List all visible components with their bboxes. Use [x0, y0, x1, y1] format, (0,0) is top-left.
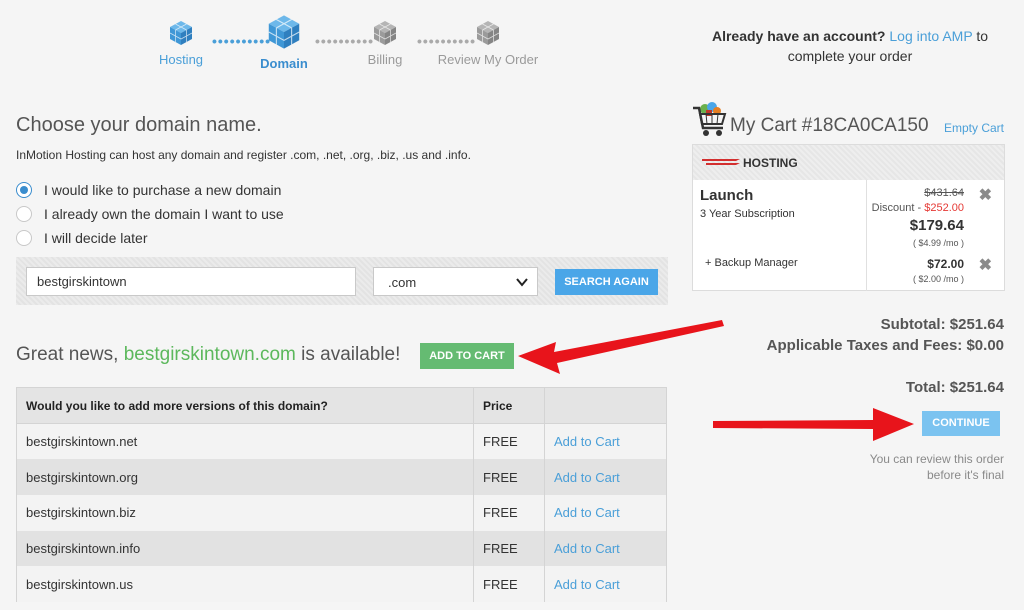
subtotal: Subtotal: $251.64: [880, 316, 1004, 333]
step-label: Billing: [367, 52, 403, 67]
step-review: Review My Order: [433, 20, 543, 67]
availability-message: Great news, bestgirskintown.com is avail…: [16, 344, 400, 366]
cart-section-header: HOSTING: [693, 145, 1004, 180]
radio-button[interactable]: [16, 182, 32, 198]
option-label: I will decide later: [44, 230, 148, 246]
option-label: I already own the domain I want to use: [44, 206, 284, 222]
cube-icon: [268, 15, 300, 49]
search-again-button[interactable]: SEARCH AGAIN: [555, 269, 658, 295]
price-cell: FREE: [473, 566, 545, 602]
domain-cell: bestgirskintown.org: [16, 459, 474, 495]
radio-button[interactable]: [16, 230, 32, 246]
domain-search-input[interactable]: [26, 267, 356, 296]
account-line2: complete your order: [787, 48, 913, 64]
cube-icon: [169, 21, 193, 45]
step-label: Hosting: [158, 52, 204, 67]
option-label: I would like to purchase a new domain: [44, 182, 282, 198]
empty-cart-link[interactable]: Empty Cart: [944, 121, 1004, 135]
domain-cell: bestgirskintown.biz: [16, 494, 474, 531]
domain-cell: bestgirskintown.us: [16, 566, 474, 602]
discount-label: Discount -: [871, 202, 922, 214]
table-row: bestgirskintown.info FREE Add to Cart: [16, 530, 667, 567]
original-price: $431.64: [924, 187, 964, 199]
addon-name: + Backup Manager: [705, 257, 798, 269]
total: Total: $251.64: [905, 379, 1004, 396]
option-decide-later[interactable]: I will decide later: [16, 230, 148, 246]
inmotion-logo-icon: [702, 159, 740, 165]
plan-monthly-price: ( $4.99 /mo ): [912, 238, 964, 248]
account-suffix: to: [976, 28, 988, 44]
availability-prefix: Great news,: [16, 344, 119, 365]
discount: Discount - $252.00: [872, 202, 964, 214]
cube-icon: [476, 21, 500, 45]
step-label: Review My Order: [437, 52, 539, 67]
tld-select[interactable]: .com: [373, 267, 538, 296]
arrow-to-add-to-cart: [518, 320, 724, 374]
plan-price: $179.64: [909, 217, 964, 234]
add-to-cart-link[interactable]: Add to Cart: [544, 423, 667, 460]
column-header: Would you like to add more versions of t…: [16, 387, 474, 424]
taxes-fees: Applicable Taxes and Fees: $0.00: [766, 337, 1004, 354]
add-to-cart-link[interactable]: Add to Cart: [544, 459, 667, 495]
price-cell: FREE: [473, 494, 545, 531]
account-note: Already have an account? Log into AMP to…: [700, 26, 1000, 66]
price-cell: FREE: [473, 423, 545, 460]
table-row: bestgirskintown.org FREE Add to Cart: [16, 459, 667, 495]
cart-title: My Cart #18CA0CA150: [730, 115, 929, 137]
add-to-cart-link[interactable]: Add to Cart: [544, 566, 667, 602]
domain-cell: bestgirskintown.info: [16, 530, 474, 567]
cart-panel: HOSTING Launch 3 Year Subscription $431.…: [692, 144, 1005, 291]
page-title: Choose your domain name.: [16, 114, 262, 136]
remove-addon-close-icon[interactable]: ✖: [979, 255, 992, 275]
addon-price: $72.00: [927, 257, 964, 271]
table-row: bestgirskintown.us FREE Add to Cart: [16, 566, 667, 602]
arrow-to-continue: [713, 408, 914, 441]
remove-plan-close-icon[interactable]: ✖: [979, 185, 992, 205]
domain-versions-table: Would you like to add more versions of t…: [16, 387, 667, 602]
column-header: [544, 387, 667, 424]
chevron-down-icon: [516, 278, 528, 287]
discount-value: $252.00: [924, 202, 964, 214]
continue-button[interactable]: CONTINUE: [922, 411, 1000, 436]
account-prompt: Already have an account?: [711, 28, 886, 44]
tld-selected: .com: [388, 275, 417, 290]
domain-cell: bestgirskintown.net: [16, 423, 474, 460]
radio-button[interactable]: [16, 206, 32, 222]
domain-search-panel: .com SEARCH AGAIN: [16, 257, 668, 305]
plan-term: 3 Year Subscription: [700, 208, 795, 220]
cube-icon: [373, 21, 397, 45]
option-purchase-domain[interactable]: I would like to purchase a new domain: [16, 182, 281, 198]
intro-text: InMotion Hosting can host any domain and…: [16, 148, 471, 162]
addon-monthly-price: ( $2.00 /mo ): [912, 274, 964, 284]
shopping-cart-icon: [693, 102, 727, 136]
price-cell: FREE: [473, 530, 545, 567]
cart-id: #18CA0CA150: [801, 115, 929, 136]
table-row: bestgirskintown.biz FREE Add to Cart: [16, 494, 667, 531]
step-label: Domain: [260, 56, 308, 71]
price-cell: FREE: [473, 459, 545, 495]
add-to-cart-link[interactable]: Add to Cart: [544, 530, 667, 567]
divider: [866, 180, 867, 291]
table-row: bestgirskintown.net FREE Add to Cart: [16, 423, 667, 460]
cart-title-label: My Cart: [730, 115, 797, 136]
review-note: You can review this order before it's fi…: [869, 452, 1004, 482]
column-header: Price: [473, 387, 545, 424]
add-to-cart-link[interactable]: Add to Cart: [544, 494, 667, 531]
option-own-domain[interactable]: I already own the domain I want to use: [16, 206, 284, 222]
add-to-cart-button[interactable]: ADD TO CART: [420, 343, 514, 369]
hosting-section-label: HOSTING: [743, 156, 798, 170]
available-domain: bestgirskintown.com: [123, 344, 296, 365]
plan-name: Launch: [700, 187, 754, 204]
login-link[interactable]: Log into AMP: [889, 28, 972, 44]
availability-suffix: is available!: [301, 344, 401, 365]
